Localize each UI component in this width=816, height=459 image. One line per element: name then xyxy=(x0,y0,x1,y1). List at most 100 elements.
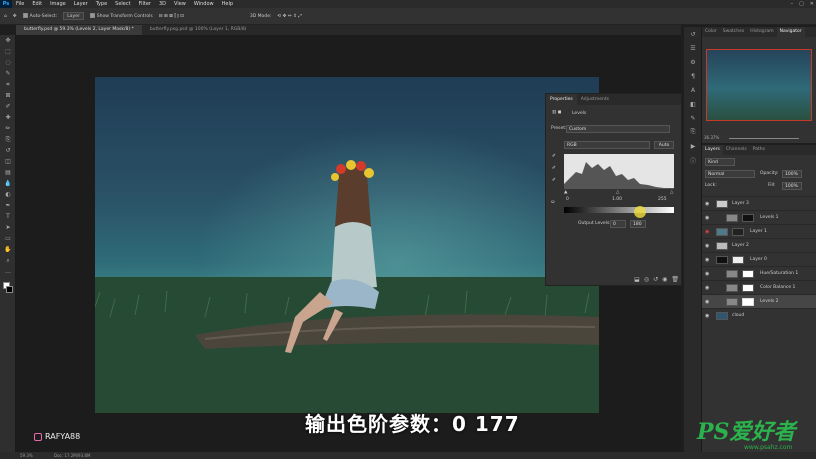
zoom-icon[interactable]: ⌕ xyxy=(0,255,16,266)
eraser-icon[interactable]: ◫ xyxy=(0,156,16,167)
auto-select-target-dropdown[interactable]: Layer xyxy=(63,12,84,20)
menu-type[interactable]: Type xyxy=(92,0,111,8)
menu-3d[interactable]: 3D xyxy=(155,0,170,8)
tab-paths[interactable]: Paths xyxy=(750,145,768,155)
clone-source-icon[interactable]: ⎘ xyxy=(684,125,702,139)
close-icon[interactable]: ✕ xyxy=(810,0,814,8)
tab-navigator[interactable]: Navigator xyxy=(776,27,805,37)
tab-color[interactable]: Color xyxy=(702,27,720,37)
input-slider-gray[interactable]: △ xyxy=(616,190,619,195)
layer-row[interactable]: ◉ Layer 1 xyxy=(702,224,816,238)
brush-icon[interactable]: ✏ xyxy=(0,123,16,134)
input-white-value[interactable]: 255 xyxy=(658,197,667,202)
frame-icon[interactable]: ⊠ xyxy=(0,90,16,101)
layer-row[interactable]: ◉ Layer 2 xyxy=(702,238,816,252)
tab-butterfly-psg[interactable]: butterfly.psg.psd @ 100% (Layer 1, RGB/8… xyxy=(142,25,255,35)
input-slider-white[interactable]: △ xyxy=(670,190,673,195)
preset-dropdown[interactable]: Custom xyxy=(566,125,670,133)
properties-icon[interactable]: ⚙ xyxy=(684,55,702,69)
path-select-icon[interactable]: ➤ xyxy=(0,222,16,233)
tab-layers[interactable]: Layers xyxy=(702,145,723,155)
input-slider-black[interactable]: ▲ xyxy=(564,190,567,195)
reset-icon[interactable]: ↺ xyxy=(653,276,658,283)
blur-icon[interactable]: 💧 xyxy=(0,178,16,189)
fill-field[interactable]: 100% xyxy=(782,182,802,190)
eye-icon[interactable]: ◉ xyxy=(705,309,709,323)
shape-icon[interactable]: ▭ xyxy=(0,233,16,244)
eye-icon[interactable]: ◉ xyxy=(705,295,709,309)
tab-channels[interactable]: Channels xyxy=(723,145,750,155)
eye-icon[interactable]: ◉ xyxy=(705,239,709,253)
move-tool-icon[interactable]: ✥ xyxy=(13,14,17,19)
layer-row[interactable]: ◉ Layer 0 xyxy=(702,252,816,266)
menu-help[interactable]: Help xyxy=(218,0,237,8)
auto-select-checkbox[interactable]: Auto-Select: xyxy=(22,13,57,19)
eyedropper-white-icon[interactable]: ✐ xyxy=(552,178,556,183)
menu-edit[interactable]: Edit xyxy=(28,0,46,8)
eye-icon[interactable]: ◉ xyxy=(705,267,709,281)
layer-row[interactable]: ◉ Hue/Saturation 1 xyxy=(702,266,816,280)
more-icon[interactable]: … xyxy=(0,266,16,277)
menu-select[interactable]: Select xyxy=(111,0,134,8)
menu-file[interactable]: File xyxy=(12,0,28,8)
hand-icon[interactable]: ✋ xyxy=(0,244,16,255)
layer-row[interactable]: ◉ cloud xyxy=(702,308,816,322)
navigator-thumbnail[interactable] xyxy=(706,49,812,121)
marquee-icon[interactable]: ⬚ xyxy=(0,46,16,57)
clip-to-layer-icon[interactable]: ⬓ xyxy=(634,276,640,283)
status-zoom[interactable]: 59.3% xyxy=(20,453,33,458)
layer-row[interactable]: ◉ Layer 3 xyxy=(702,196,816,210)
eye-icon[interactable]: ◉ xyxy=(705,197,709,211)
channel-dropdown[interactable]: RGB xyxy=(564,141,650,149)
minimize-icon[interactable]: – xyxy=(791,0,794,8)
input-gamma-value[interactable]: 1.00 xyxy=(612,197,622,202)
maximize-icon[interactable]: ▢ xyxy=(799,0,804,8)
navigator-zoom-value[interactable]: 36.37% xyxy=(704,135,719,140)
pen-icon[interactable]: ✒ xyxy=(0,200,16,211)
menu-filter[interactable]: Filter xyxy=(135,0,155,8)
tab-swatches[interactable]: Swatches xyxy=(720,27,748,37)
delete-icon[interactable]: 🗑 xyxy=(671,276,679,283)
auto-button[interactable]: Auto xyxy=(654,141,674,149)
tab-adjustments[interactable]: Adjustments xyxy=(577,94,613,105)
eyedropper-icon[interactable]: ✐ xyxy=(0,101,16,112)
menu-layer[interactable]: Layer xyxy=(70,0,92,8)
actions-icon[interactable]: ▶ xyxy=(684,139,702,153)
eyedropper-gray-icon[interactable]: ✐ xyxy=(552,166,556,171)
menu-window[interactable]: Window xyxy=(190,0,218,8)
lasso-icon[interactable]: ◌ xyxy=(0,57,16,68)
document-image[interactable] xyxy=(95,77,599,413)
tab-butterfly[interactable]: butterfly.psd @ 59.3% (Levels 2, Layer M… xyxy=(16,25,142,35)
show-transform-checkbox[interactable]: Show Transform Controls xyxy=(89,13,153,19)
menu-image[interactable]: Image xyxy=(46,0,70,8)
history-brush-icon[interactable]: ↺ xyxy=(0,145,16,156)
move-icon[interactable]: ✥ xyxy=(0,35,16,46)
character-icon[interactable]: A xyxy=(684,83,702,97)
tab-properties[interactable]: Properties xyxy=(546,94,577,105)
tab-histogram[interactable]: Histogram xyxy=(747,27,776,37)
info-icon[interactable]: ⓘ xyxy=(684,153,702,167)
layer-row[interactable]: ◉ Color Balance 1 xyxy=(702,280,816,294)
stamp-icon[interactable]: ⎘ xyxy=(0,134,16,145)
color-swatches[interactable] xyxy=(0,281,16,295)
eye-icon[interactable]: ◉ xyxy=(705,281,709,295)
adjust-icon[interactable]: ☰ xyxy=(684,41,702,55)
opacity-field[interactable]: 100% xyxy=(782,170,802,178)
gradient-icon[interactable]: ▤ xyxy=(0,167,16,178)
healing-icon[interactable]: ✚ xyxy=(0,112,16,123)
eyedropper-black-icon[interactable]: ✐ xyxy=(552,154,556,159)
eye-icon[interactable]: ◉ xyxy=(705,253,709,267)
visibility-icon[interactable]: ◉ xyxy=(662,276,667,283)
layer-row[interactable]: ◉ Levels 1 xyxy=(702,210,816,224)
output-black-field[interactable]: 0 xyxy=(610,220,626,228)
quick-select-icon[interactable]: ✎ xyxy=(0,68,16,79)
crop-icon[interactable]: ⌗ xyxy=(0,79,16,90)
type-icon[interactable]: T xyxy=(0,211,16,222)
clip-icon[interactable]: ⛀ xyxy=(551,200,555,205)
3d-tools-icons[interactable]: ⟲ ✥ ⇔ ⇕ ⤢ xyxy=(277,13,301,19)
output-white-field[interactable]: 180 xyxy=(630,220,646,228)
brush-settings-icon[interactable]: ✎ xyxy=(684,111,702,125)
eye-icon[interactable]: ◉ xyxy=(705,225,709,239)
blend-mode-dropdown[interactable]: Normal xyxy=(705,170,755,178)
history-icon[interactable]: ↺ xyxy=(684,27,702,41)
